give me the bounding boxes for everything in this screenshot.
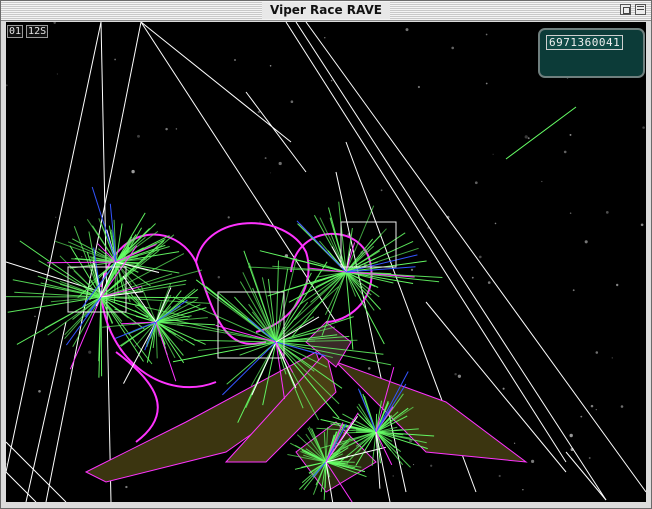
title-bar[interactable]: Viper Race RAVE — [1, 1, 651, 21]
wireframe-scene — [6, 22, 646, 502]
game-window: Viper Race RAVE 01 12S 6971360041 — [0, 0, 652, 509]
windowshade-icon[interactable] — [635, 4, 646, 15]
hud-lap-time: 01 12S — [7, 25, 49, 38]
zoom-box-icon[interactable] — [620, 4, 631, 15]
score-panel: 6971360041 — [538, 28, 645, 78]
race-timer: 12S — [26, 25, 49, 38]
score-readout: 6971360041 — [546, 35, 624, 50]
window-title: Viper Race RAVE — [262, 2, 390, 19]
spark-bursts — [6, 201, 443, 500]
game-viewport[interactable]: 01 12S 6971360041 — [6, 22, 646, 502]
lap-counter: 01 — [7, 25, 24, 38]
